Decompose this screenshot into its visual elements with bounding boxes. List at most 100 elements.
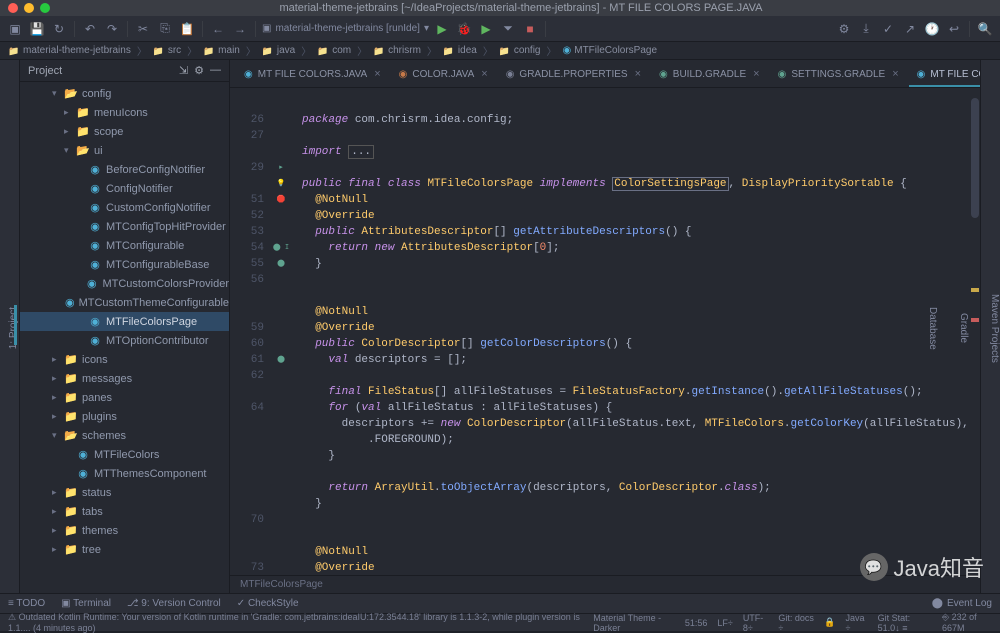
tree-item[interactable]: ▸📁status — [20, 483, 229, 502]
tree-item[interactable]: ◉MTThemesComponent — [20, 464, 229, 483]
tree-item[interactable]: ▸📁tree — [20, 540, 229, 559]
error-stripe[interactable] — [971, 318, 979, 322]
tree-item[interactable]: ◉MTCustomColorsProvider — [20, 274, 229, 293]
tab-close-icon[interactable]: × — [635, 68, 641, 80]
push-icon[interactable]: ↗ — [901, 20, 919, 38]
status-item[interactable]: Git Stat: 51.0↓ ≡ — [878, 613, 932, 633]
stop-icon[interactable]: ■ — [521, 20, 539, 38]
run-cov-icon[interactable]: ▶ — [477, 20, 495, 38]
tree-item[interactable]: ◉MTConfigTopHitProvider — [20, 217, 229, 236]
tree-item[interactable]: ▸📁panes — [20, 388, 229, 407]
run-config[interactable]: ▣ material-theme-jetbrains [runIde] ▾ — [262, 23, 429, 34]
breadcrumb-item[interactable]: config — [499, 45, 541, 56]
minimize-window[interactable] — [24, 3, 34, 13]
status-item[interactable]: Java ÷ — [846, 613, 868, 633]
tree-item[interactable]: ◉MTFileColorsPage — [20, 312, 229, 331]
history-icon[interactable]: 🕐 — [923, 20, 941, 38]
refresh-icon[interactable]: ↻ — [50, 20, 68, 38]
status-item[interactable]: LF÷ — [717, 618, 732, 628]
tree-item[interactable]: ▸📁messages — [20, 369, 229, 388]
status-item[interactable]: UTF-8÷ — [743, 613, 769, 633]
breadcrumb-item[interactable]: com — [317, 45, 351, 56]
status-item[interactable]: 🔒 — [824, 617, 835, 628]
code-breadcrumb[interactable]: MTFileColorsPage — [230, 575, 980, 593]
tree-item[interactable]: ◉MTConfigurable — [20, 236, 229, 255]
bottom-tab[interactable]: ≡ TODO — [8, 598, 45, 609]
breadcrumb-item[interactable]: chrisrm — [373, 45, 421, 56]
tree-item[interactable]: ◉MTOptionContributor — [20, 331, 229, 350]
code-content[interactable]: package com.chrisrm.idea.config; import … — [290, 88, 970, 575]
collapse-icon[interactable]: ⇲ — [179, 64, 188, 77]
bottom-tab[interactable]: ⎇ 9: Version Control — [127, 598, 221, 609]
tab-close-icon[interactable]: × — [892, 68, 898, 80]
editor-tab[interactable]: ◉MT FILE COLORS PAGE.JAVA× — [909, 63, 980, 87]
tree-item[interactable]: ▸📁themes — [20, 521, 229, 540]
debug-icon[interactable]: 🐞 — [455, 20, 473, 38]
tree-item[interactable]: ▸📁menuIcons — [20, 103, 229, 122]
close-window[interactable] — [8, 3, 18, 13]
tree-item[interactable]: ▸📁icons — [20, 350, 229, 369]
settings-cog-icon[interactable]: ⚙ — [194, 64, 204, 77]
save-all-icon[interactable]: 💾 — [28, 20, 46, 38]
redo-icon[interactable]: ↷ — [103, 20, 121, 38]
profile-icon[interactable]: ⏷ — [499, 20, 517, 38]
tree-item[interactable]: ◉ConfigNotifier — [20, 179, 229, 198]
status-item[interactable]: Material Theme - Darker — [593, 613, 675, 633]
scrollbar[interactable] — [970, 88, 980, 575]
tree-item[interactable]: ◉BeforeConfigNotifier — [20, 160, 229, 179]
hide-icon[interactable]: — — [210, 64, 221, 77]
tree-item[interactable]: ◉MTCustomThemeConfigurable — [20, 293, 229, 312]
tree-item[interactable]: ◉MTConfigurableBase — [20, 255, 229, 274]
warning-stripe[interactable] — [971, 288, 979, 292]
breadcrumb-item[interactable]: material-theme-jetbrains — [8, 45, 131, 56]
project-tree[interactable]: ▾📂config▸📁menuIcons▸📁scope▾📂ui◉BeforeCon… — [20, 82, 229, 593]
run-icon[interactable]: ▶ — [433, 20, 451, 38]
breadcrumb-item[interactable]: main — [203, 45, 240, 56]
editor-tab[interactable]: ◉BUILD.GRADLE× — [651, 63, 768, 87]
copy-icon[interactable]: ⎘ — [156, 20, 174, 38]
revert-icon[interactable]: ↩ — [945, 20, 963, 38]
status-item[interactable]: ⎆ 232 of 667M — [942, 612, 992, 633]
status-item[interactable]: 51:56 — [685, 618, 708, 628]
editor-tab[interactable]: ◉SETTINGS.GRADLE× — [770, 63, 907, 87]
tree-item[interactable]: ▾📂ui — [20, 141, 229, 160]
breadcrumb-item[interactable]: ◉ MTFileColorsPage — [563, 45, 658, 56]
bottom-tab[interactable]: ▣ Terminal — [61, 598, 111, 609]
forward-icon[interactable]: → — [231, 20, 249, 38]
paste-icon[interactable]: 📋 — [178, 20, 196, 38]
open-file-icon[interactable]: ▣ — [6, 20, 24, 38]
tree-item[interactable]: ◉CustomConfigNotifier — [20, 198, 229, 217]
code-editor[interactable]: 2627 29 515253545556 59606162 64 70 7374… — [230, 88, 980, 575]
right-tool-tab[interactable]: Maven Projects — [989, 290, 1000, 367]
tab-close-icon[interactable]: × — [753, 68, 759, 80]
tree-item[interactable]: ▸📁plugins — [20, 407, 229, 426]
tree-item[interactable]: ◉MTFileColors — [20, 445, 229, 464]
maximize-window[interactable] — [40, 3, 50, 13]
tree-item[interactable]: ▸📁scope — [20, 122, 229, 141]
undo-icon[interactable]: ↶ — [81, 20, 99, 38]
scrollbar-thumb[interactable] — [971, 98, 979, 218]
bottom-tab[interactable]: ✓ CheckStyle — [237, 598, 299, 609]
back-icon[interactable]: ← — [209, 20, 227, 38]
breadcrumb-item[interactable]: java — [262, 45, 295, 56]
commit-icon[interactable]: ✓ — [879, 20, 897, 38]
status-item[interactable]: Git: docs ÷ — [778, 613, 814, 633]
editor-area: ◉MT FILE COLORS.JAVA×◉COLOR.JAVA×◉GRADLE… — [230, 60, 980, 593]
tab-close-icon[interactable]: × — [374, 68, 380, 80]
event-log-tab[interactable]: ⬤ Event Log — [932, 598, 992, 609]
search-icon[interactable]: 🔍 — [976, 20, 994, 38]
editor-tab[interactable]: ◉MT FILE COLORS.JAVA× — [236, 63, 389, 87]
editor-tabs: ◉MT FILE COLORS.JAVA×◉COLOR.JAVA×◉GRADLE… — [230, 60, 980, 88]
tree-item[interactable]: ▾📂schemes — [20, 426, 229, 445]
tab-close-icon[interactable]: × — [481, 68, 487, 80]
breadcrumb-item[interactable]: idea — [443, 45, 477, 56]
settings-icon[interactable]: ⚙ — [835, 20, 853, 38]
cut-icon[interactable]: ✂ — [134, 20, 152, 38]
tree-item[interactable]: ▾📂config — [20, 84, 229, 103]
gutter-icons[interactable]: ▸💡🛑 ⬤ I ⬤ ⬤ ⬤ — [272, 88, 290, 575]
editor-tab[interactable]: ◉GRADLE.PROPERTIES× — [498, 63, 649, 87]
tree-item[interactable]: ▸📁tabs — [20, 502, 229, 521]
editor-tab[interactable]: ◉COLOR.JAVA× — [391, 63, 496, 87]
breadcrumb-item[interactable]: src — [153, 45, 181, 56]
update-project-icon[interactable]: ⤓ — [857, 20, 875, 38]
